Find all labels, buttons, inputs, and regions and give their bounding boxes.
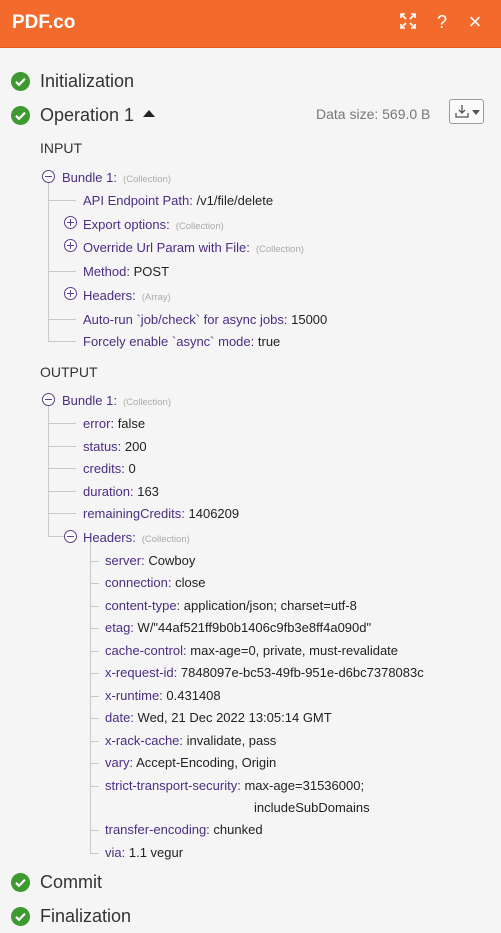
section-initialization[interactable]: Initialization xyxy=(40,71,134,92)
tree-line xyxy=(48,423,76,424)
collapse-toggle-icon[interactable] xyxy=(64,530,77,543)
data-size-label: Data size: 569.0 B xyxy=(316,106,431,122)
header-row-continuation: includeSubDomains xyxy=(254,800,370,815)
input-row: API Endpoint Path: /v1/file/delete xyxy=(83,193,274,208)
output-row: remainingCredits: 1406209 xyxy=(83,506,240,521)
expand-icon[interactable] xyxy=(399,12,419,32)
tree-line xyxy=(48,446,76,447)
tree-line xyxy=(48,513,76,514)
output-headers: Headers: (Collection) xyxy=(83,530,190,545)
section-commit[interactable]: Commit xyxy=(40,872,102,893)
header-row: strict-transport-security: max-age=31536… xyxy=(105,778,365,793)
output-label: OUTPUT xyxy=(40,364,98,380)
tree-line xyxy=(48,468,76,469)
tree-line xyxy=(48,200,76,201)
header-row: x-runtime: 0.431408 xyxy=(105,688,221,703)
header-row: transfer-encoding: chunked xyxy=(105,822,263,837)
close-icon[interactable]: × xyxy=(465,11,485,33)
output-bundle-1: Bundle 1: (Collection) xyxy=(62,393,171,408)
output-row: status: 200 xyxy=(83,439,147,454)
collapse-toggle-icon[interactable] xyxy=(42,170,55,183)
chevron-down-icon xyxy=(472,110,480,115)
tree-line xyxy=(90,673,99,674)
tree-line xyxy=(90,718,99,719)
help-icon[interactable]: ? xyxy=(432,12,452,32)
tree-line xyxy=(90,628,99,629)
input-row: Export options: (Collection) xyxy=(83,217,224,232)
tree-line xyxy=(48,319,76,320)
tree-line xyxy=(90,583,99,584)
collapse-caret-icon[interactable] xyxy=(143,110,155,117)
tree-line xyxy=(90,696,99,697)
header-row: vary: Accept-Encoding, Origin xyxy=(105,755,277,770)
tree-line xyxy=(48,271,76,272)
section-finalization[interactable]: Finalization xyxy=(40,906,131,927)
input-bundle-1: Bundle 1: (Collection) xyxy=(62,170,171,185)
download-button[interactable] xyxy=(449,99,484,124)
expand-toggle-icon[interactable] xyxy=(64,239,77,252)
tree-line xyxy=(90,786,99,787)
success-check-icon xyxy=(11,72,30,91)
input-label: INPUT xyxy=(40,140,82,156)
tree-line xyxy=(48,536,64,537)
output-row: credits: 0 xyxy=(83,461,136,476)
header-row: content-type: application/json; charset=… xyxy=(105,598,357,613)
header-row: x-rack-cache: invalidate, pass xyxy=(105,733,277,748)
tree-line xyxy=(90,763,99,764)
panel-header: PDF.co ? × xyxy=(0,0,501,48)
success-check-icon xyxy=(11,106,30,125)
header-row: cache-control: max-age=0, private, must-… xyxy=(105,643,399,658)
input-row: Auto-run `job/check` for async jobs: 150… xyxy=(83,312,328,327)
tree-line xyxy=(48,491,76,492)
success-check-icon xyxy=(11,873,30,892)
tree-line xyxy=(90,651,99,652)
tree-line xyxy=(90,561,99,562)
collapse-toggle-icon[interactable] xyxy=(42,393,55,406)
input-row: Forcely enable `async` mode: true xyxy=(83,334,281,349)
input-row: Override Url Param with File: (Collection… xyxy=(83,240,304,255)
expand-toggle-icon[interactable] xyxy=(64,287,77,300)
tree-line xyxy=(48,341,76,342)
success-check-icon xyxy=(11,907,30,926)
output-row: error: false xyxy=(83,416,146,431)
input-row: Method: POST xyxy=(83,264,170,279)
input-row: Headers: (Array) xyxy=(83,288,171,303)
download-icon xyxy=(455,105,469,118)
tree-line xyxy=(90,853,99,854)
header-row: connection: close xyxy=(105,575,206,590)
header-row: x-request-id: 7848097e-bc53-49fb-951e-d6… xyxy=(105,665,424,680)
tree-line xyxy=(90,542,91,854)
header-row: date: Wed, 21 Dec 2022 13:05:14 GMT xyxy=(105,710,332,725)
expand-toggle-icon[interactable] xyxy=(64,216,77,229)
header-row: server: Cowboy xyxy=(105,553,196,568)
tree-line xyxy=(90,741,99,742)
tree-line xyxy=(48,405,49,537)
tree-line xyxy=(48,182,49,342)
output-row: duration: 163 xyxy=(83,484,159,499)
tree-line xyxy=(90,606,99,607)
header-row: via: 1.1 vegur xyxy=(105,845,184,860)
header-row: etag: W/"44af521ff9b0b1406c9fb3e8ff4a090… xyxy=(105,620,372,635)
panel-title: PDF.co xyxy=(12,12,76,33)
tree-line xyxy=(90,830,99,831)
section-operation-1[interactable]: Operation 1 xyxy=(40,105,134,126)
